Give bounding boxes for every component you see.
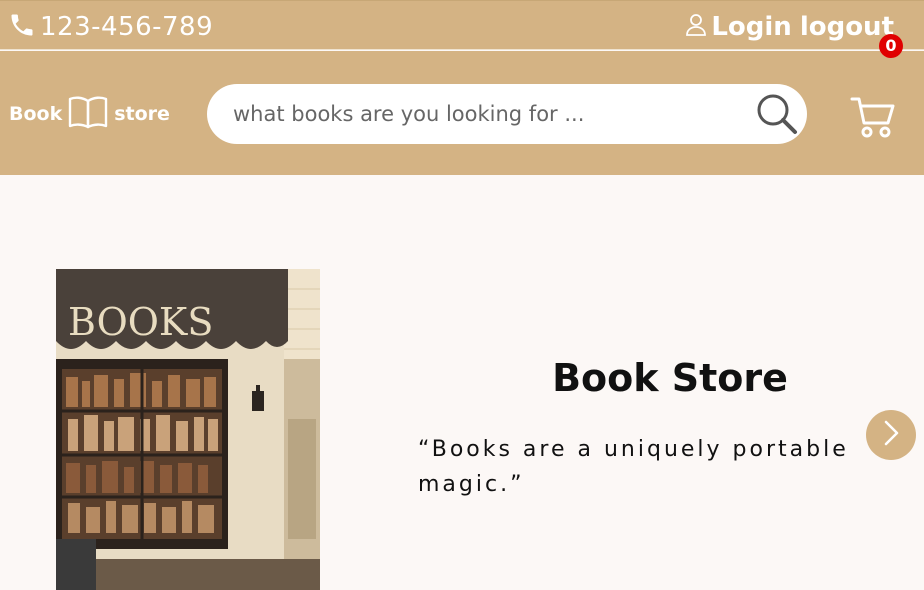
top-bar: 123-456-789 Login logout — [0, 0, 924, 50]
phone-number: 123-456-789 — [40, 12, 214, 42]
site-logo[interactable]: Book store — [9, 95, 170, 133]
awning-sign-text: BOOKS — [68, 300, 213, 344]
chevron-right-icon — [881, 419, 901, 451]
phone-contact[interactable]: 123-456-789 — [8, 11, 213, 43]
hero-title: Book Store — [552, 356, 788, 400]
logout-link[interactable]: logout — [800, 13, 894, 41]
phone-icon — [8, 11, 36, 43]
search-input[interactable] — [233, 102, 733, 126]
cart-count-badge: 0 — [879, 34, 903, 58]
bookstore-image: BOOKS — [56, 269, 320, 590]
book-icon — [62, 95, 114, 133]
carousel-next-button[interactable] — [866, 410, 916, 460]
user-icon — [685, 13, 707, 41]
search-icon[interactable] — [755, 92, 799, 136]
cart-icon[interactable] — [850, 95, 896, 139]
logo-text-book: Book — [9, 103, 63, 125]
hero-quote: “Books are a uniquely portable magic.” — [418, 437, 849, 497]
auth-links: Login logout — [685, 13, 894, 41]
search-bar — [207, 84, 807, 144]
login-link[interactable]: Login — [711, 13, 791, 41]
main-header: Book store — [0, 51, 924, 175]
logo-text-store: store — [114, 103, 170, 125]
